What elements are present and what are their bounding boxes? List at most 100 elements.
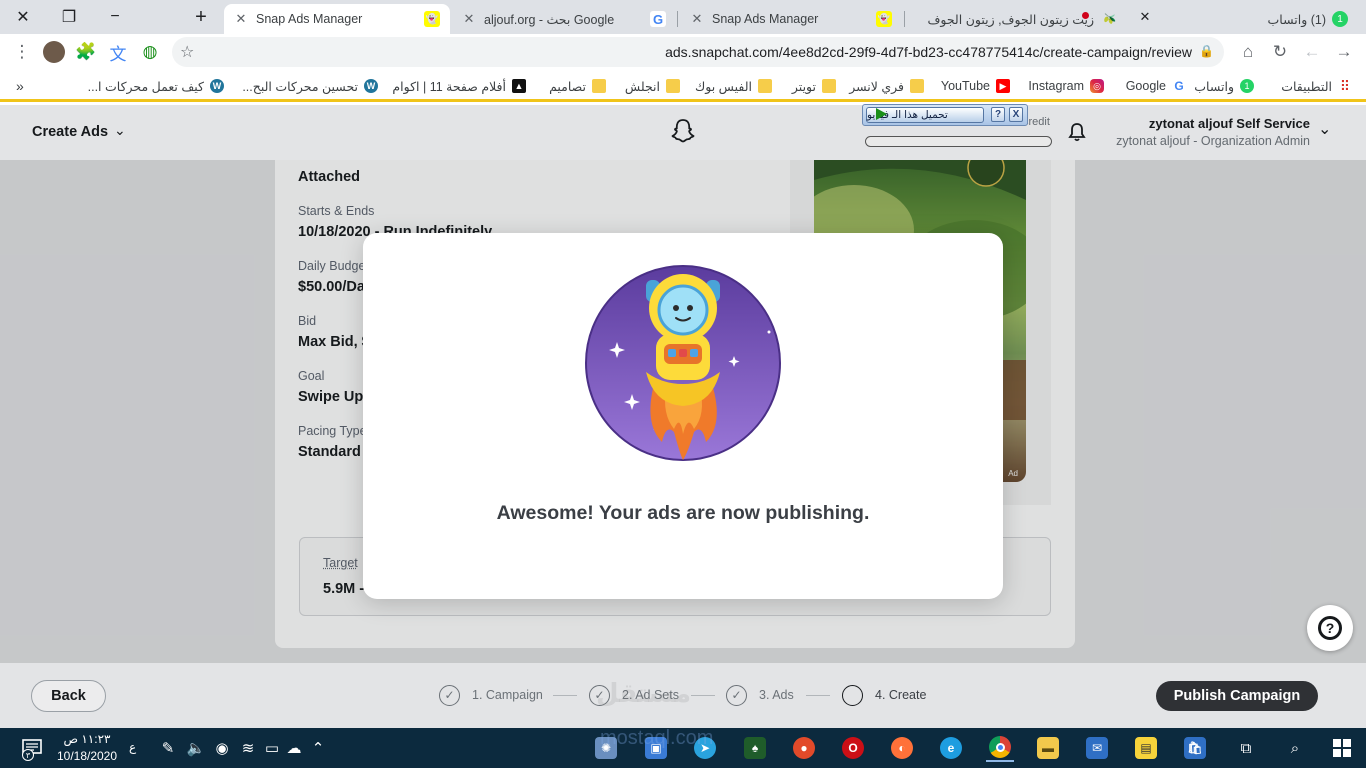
help-button[interactable]: ? <box>1307 605 1353 651</box>
translate-icon[interactable]: 文 <box>104 38 132 66</box>
mostaql-url-watermark: mostaql.com <box>600 727 714 749</box>
notification-bell-icon[interactable] <box>1066 121 1088 143</box>
step-label: 1. Campaign <box>472 688 543 702</box>
restore-window-icon[interactable]: ❐ <box>46 0 92 34</box>
step-ads[interactable]: ✓ 3. Ads <box>726 684 794 706</box>
bookmarks-overflow-button[interactable]: » <box>16 76 24 96</box>
extensions-puzzle-icon[interactable]: 🧩 <box>72 38 100 66</box>
tab-google-search[interactable]: ✕ aljouf.org - بحث Google G <box>452 4 676 34</box>
app-store-icon[interactable]: 🛍 <box>1181 734 1209 762</box>
publish-campaign-button[interactable]: Publish Campaign <box>1156 681 1318 711</box>
bookmark-designs[interactable]: تصاميم <box>549 76 606 96</box>
bookmark-english[interactable]: انجلش <box>625 76 680 96</box>
step-connector <box>691 695 715 696</box>
clock-time[interactable]: ١١:٢٣ ص <box>52 732 122 746</box>
forward-icon[interactable]: ← <box>1298 38 1326 66</box>
wordpress-icon: W <box>364 79 378 93</box>
tab-title: aljouf.org - بحث Google <box>484 12 615 27</box>
profile-avatar[interactable] <box>40 38 68 66</box>
step-create[interactable]: 4. Create <box>842 684 926 706</box>
extension-globe-icon[interactable]: ◍ <box>136 38 164 66</box>
check-icon: ✓ <box>726 684 747 706</box>
close-window-icon[interactable]: ✕ <box>0 0 46 34</box>
whatsapp-icon: 1 <box>1240 79 1254 93</box>
app-file-explorer-icon[interactable]: ▬ <box>1034 734 1062 762</box>
bookmark-freelancer[interactable]: فري لانسر <box>849 76 924 96</box>
snapchat-ghost-icon[interactable] <box>669 117 697 145</box>
tab-snap-ads-manager-active[interactable]: ✕ Snap Ads Manager 👻 <box>224 4 450 34</box>
app-edge-icon[interactable]: e <box>937 734 965 762</box>
home-icon[interactable]: ⌂ <box>1234 38 1262 66</box>
bookmark-seo[interactable]: W تحسين محركات البح... <box>242 76 378 96</box>
bookmark-label: تصاميم <box>549 79 586 94</box>
snapchat-icon: 👻 <box>424 11 440 27</box>
pen-icon[interactable]: ✎ <box>154 734 182 762</box>
windows-start-icon[interactable] <box>1328 734 1356 762</box>
create-ads-menu[interactable]: Create Ads <box>32 124 108 140</box>
task-view-icon[interactable]: ⧉ <box>1232 734 1260 762</box>
volume-icon[interactable]: 🔈 <box>182 734 210 762</box>
download-progress-bar <box>865 136 1052 147</box>
bookmark-twitter[interactable]: تويتر <box>792 76 836 96</box>
bookmark-label: تويتر <box>791 79 816 94</box>
menu-kebab-icon[interactable]: ⋮ <box>8 38 36 66</box>
instagram-icon: ◎ <box>1090 79 1104 93</box>
app-solitaire-icon[interactable]: ♠ <box>741 734 769 762</box>
close-tab-icon[interactable]: ✕ <box>1125 0 1165 34</box>
input-language[interactable]: ع <box>129 740 136 754</box>
bookmark-akwam[interactable]: ▲ أفلام صفحة 11 | اكوام <box>392 76 526 96</box>
app-sticky-notes-icon[interactable]: ▤ <box>1132 734 1160 762</box>
chevron-up-icon[interactable]: ⌃ <box>304 734 332 762</box>
bookmark-google[interactable]: G Google <box>1126 76 1186 96</box>
bookmark-instagram[interactable]: ◎ Instagram <box>1028 76 1104 96</box>
bookmark-label: التطبيقات <box>1281 79 1332 94</box>
bookmark-search-engines[interactable]: W كيف تعمل محركات ا... <box>88 76 224 96</box>
reload-icon[interactable]: ↻ <box>1266 38 1294 66</box>
check-icon: ✓ <box>439 684 460 706</box>
minimize-window-icon[interactable]: − <box>92 0 138 34</box>
video-downloader-widget: تحميل هذا الـ فيديو ? X <box>862 104 1028 126</box>
lock-icon[interactable]: 🔒 <box>1199 44 1214 58</box>
bookmark-label: Instagram <box>1028 79 1084 93</box>
folder-icon <box>822 79 836 93</box>
bookmark-facebook[interactable]: الفيس بوك <box>695 76 772 96</box>
bookmark-label: Google <box>1125 79 1166 93</box>
close-tab-icon[interactable]: ✕ <box>234 11 248 27</box>
bookmark-star-icon[interactable]: ☆ <box>180 42 194 62</box>
tab-whatsapp[interactable]: 1 (1) واتساب <box>1170 4 1358 34</box>
close-tab-icon[interactable]: ✕ <box>462 11 476 27</box>
help-icon[interactable]: ? <box>991 107 1005 122</box>
app-mail-icon[interactable]: ✉ <box>1083 734 1111 762</box>
network-globe-icon[interactable]: ◉ <box>208 734 236 762</box>
clock-date[interactable]: 10/18/2020 <box>52 749 122 763</box>
close-icon[interactable]: X <box>1009 107 1023 122</box>
back-button[interactable]: Back <box>31 680 106 712</box>
bookmarks-bar: ⠿ التطبيقات 1 واتساب G Google ◎ Instagram ▶ Y… <box>0 70 1366 102</box>
bookmark-label: أفلام صفحة 11 | اكوام <box>392 79 506 94</box>
app-recorder-icon[interactable]: ● <box>790 734 818 762</box>
browser-toolbar: ⋮ 🧩 文 ◍ ☆ ads.snapchat.com/4ee8d2cd-29f9… <box>0 34 1366 70</box>
olive-icon: 🫒 <box>1103 13 1117 25</box>
bookmark-apps[interactable]: ⠿ التطبيقات <box>1281 76 1352 96</box>
app-opera-icon[interactable]: O <box>839 734 867 762</box>
chevron-down-icon[interactable]: ⌄ <box>114 122 126 139</box>
folder-icon <box>758 79 772 93</box>
tab-snap-ads-manager[interactable]: ✕ Snap Ads Manager 👻 <box>680 4 902 34</box>
bookmark-whatsapp[interactable]: 1 واتساب <box>1194 76 1254 96</box>
new-tab-button[interactable]: + <box>178 0 224 34</box>
tab-title: Snap Ads Manager <box>712 12 819 26</box>
back-arrow-icon[interactable]: → <box>1330 38 1358 66</box>
empty-circle-icon <box>842 684 863 706</box>
bookmark-label: واتساب <box>1194 79 1234 94</box>
search-icon[interactable]: ⌕ <box>1281 734 1309 762</box>
step-campaign[interactable]: ✓ 1. Campaign <box>439 684 543 706</box>
organization-name[interactable]: zytonat aljouf Self Service <box>1149 116 1310 131</box>
app-chrome-icon[interactable] <box>986 734 1014 762</box>
tab-aljouf-olive[interactable]: 🫒 زيت زيتون الجوف, زيتون الجوف <box>908 4 1128 34</box>
bookmark-label: انجلش <box>624 79 660 94</box>
chevron-down-icon[interactable]: ⌄ <box>1318 119 1331 139</box>
bookmark-youtube[interactable]: ▶ YouTube <box>941 76 1010 96</box>
close-tab-icon[interactable]: ✕ <box>690 11 704 27</box>
address-bar[interactable]: ☆ ads.snapchat.com/4ee8d2cd-29f9-4d7f-bd… <box>172 37 1224 67</box>
app-firefox-icon[interactable]: ◐ <box>888 734 916 762</box>
